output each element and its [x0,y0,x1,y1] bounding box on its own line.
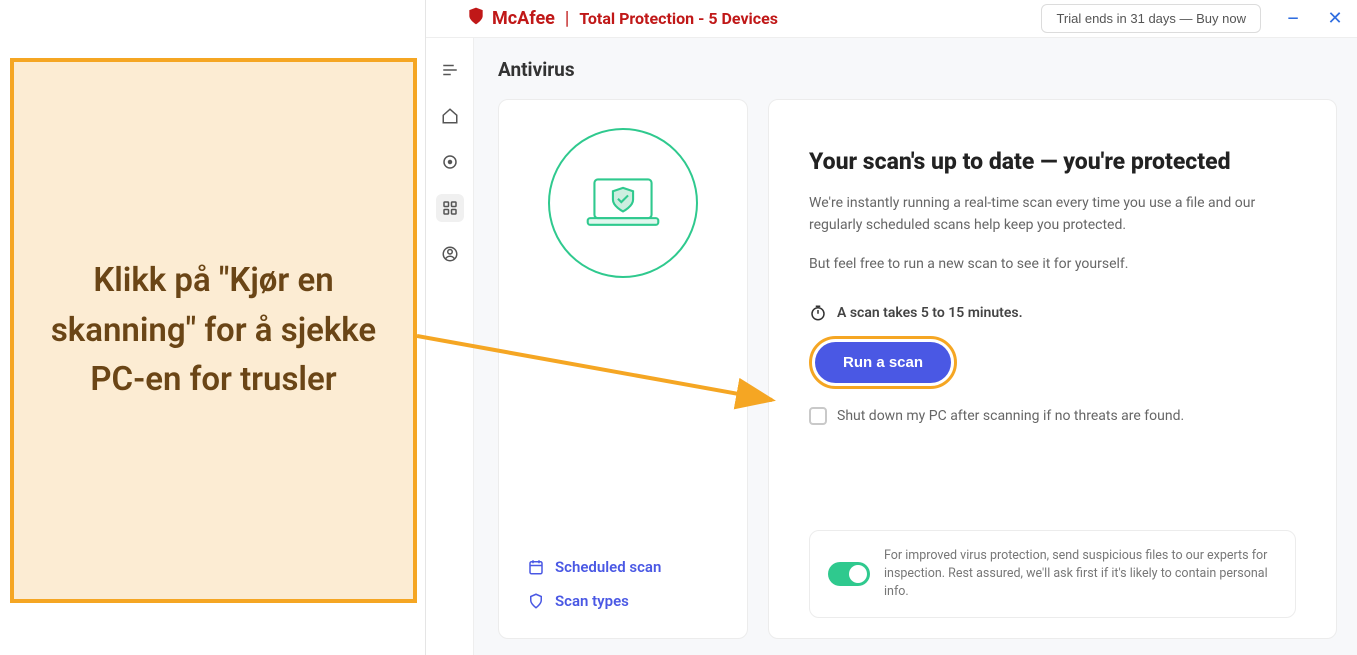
calendar-icon [527,558,545,576]
titlebar-right: Trial ends in 31 days — Buy now — ✕ [1041,4,1345,33]
nav-account-icon[interactable] [436,240,464,268]
nav-protection-icon[interactable] [436,148,464,176]
scan-types-label: Scan types [555,592,629,610]
shutdown-checkbox[interactable] [809,407,827,425]
brand-name: McAfee [492,8,555,29]
trial-button[interactable]: Trial ends in 31 days — Buy now [1041,4,1261,33]
annotation-callout: Klikk på "Kjør en skanning" for å sjekke… [10,58,417,603]
scan-body-1: We're instantly running a real-time scan… [809,193,1296,236]
nav-home-icon[interactable] [436,102,464,130]
page-title: Antivirus [498,58,1337,81]
app-body: Antivirus [426,38,1357,655]
scan-time-row: A scan takes 5 to 15 minutes. [809,304,1296,322]
nav-menu-icon[interactable] [436,56,464,84]
scan-illustration-card: Scheduled scan Scan types [498,99,748,639]
product-name: Total Protection - 5 Devices [579,9,778,28]
run-scan-button[interactable]: Run a scan [815,342,951,383]
shutdown-checkbox-label: Shut down my PC after scanning if no thr… [837,408,1184,424]
nav-apps-icon[interactable] [436,194,464,222]
scan-headline: Your scan's up to date — you're protecte… [809,148,1296,175]
send-files-toggle[interactable] [828,562,870,586]
scan-time-label: A scan takes 5 to 15 minutes. [837,305,1023,321]
scan-types-link[interactable]: Scan types [527,592,729,610]
shield-icon [527,592,545,610]
app-window: McAfee | Total Protection - 5 Devices Tr… [425,0,1357,655]
content-area: Antivirus [474,38,1357,655]
footer-card: For improved virus protection, send susp… [809,530,1296,618]
scheduled-scan-label: Scheduled scan [555,558,661,576]
left-links: Scheduled scan Scan types [517,558,729,618]
stopwatch-icon [809,304,827,322]
cards-row: Scheduled scan Scan types Your scan's up… [498,99,1337,639]
annotation-callout-text: Klikk på "Kjør en skanning" for å sjekke… [38,256,389,405]
scheduled-scan-link[interactable]: Scheduled scan [527,558,729,576]
window-close-icon[interactable]: ✕ [1325,8,1345,29]
mcafee-shield-icon [466,6,486,31]
footer-note: For improved virus protection, send susp… [884,547,1277,601]
nav-rail [426,38,474,655]
brand-divider: | [565,8,569,29]
scan-body-2: But feel free to run a new scan to see i… [809,254,1296,276]
shutdown-checkbox-row: Shut down my PC after scanning if no thr… [809,407,1296,425]
scan-status-card: Your scan's up to date — you're protecte… [768,99,1337,639]
titlebar: McAfee | Total Protection - 5 Devices Tr… [426,0,1357,38]
brand-logo: McAfee [466,6,555,31]
annotation-highlight: Run a scan [809,336,957,389]
scan-illustration-icon [548,128,698,278]
window-minimize-icon[interactable]: — [1283,11,1303,27]
